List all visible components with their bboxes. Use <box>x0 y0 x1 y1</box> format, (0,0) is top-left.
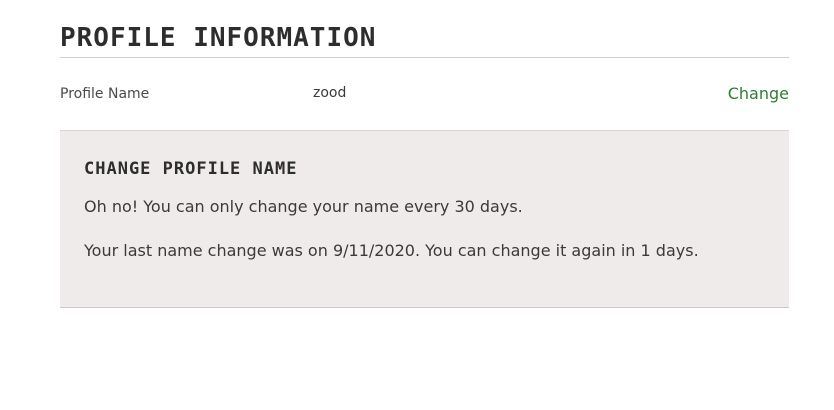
profile-name-value: zood <box>313 85 347 101</box>
change-name-link[interactable]: Change <box>728 84 789 103</box>
page-title: PROFILE INFORMATION <box>60 23 377 53</box>
panel-title: CHANGE PROFILE NAME <box>84 159 298 179</box>
last-change-message: Your last name change was on 9/11/2020. … <box>84 241 699 260</box>
change-name-panel: CHANGE PROFILE NAME Oh no! You can only … <box>60 130 789 308</box>
cooldown-message: Oh no! You can only change your name eve… <box>84 197 523 216</box>
profile-name-label: Profile Name <box>60 86 150 102</box>
title-divider <box>60 57 789 58</box>
profile-name-row: Profile Name zood Change <box>60 80 789 110</box>
